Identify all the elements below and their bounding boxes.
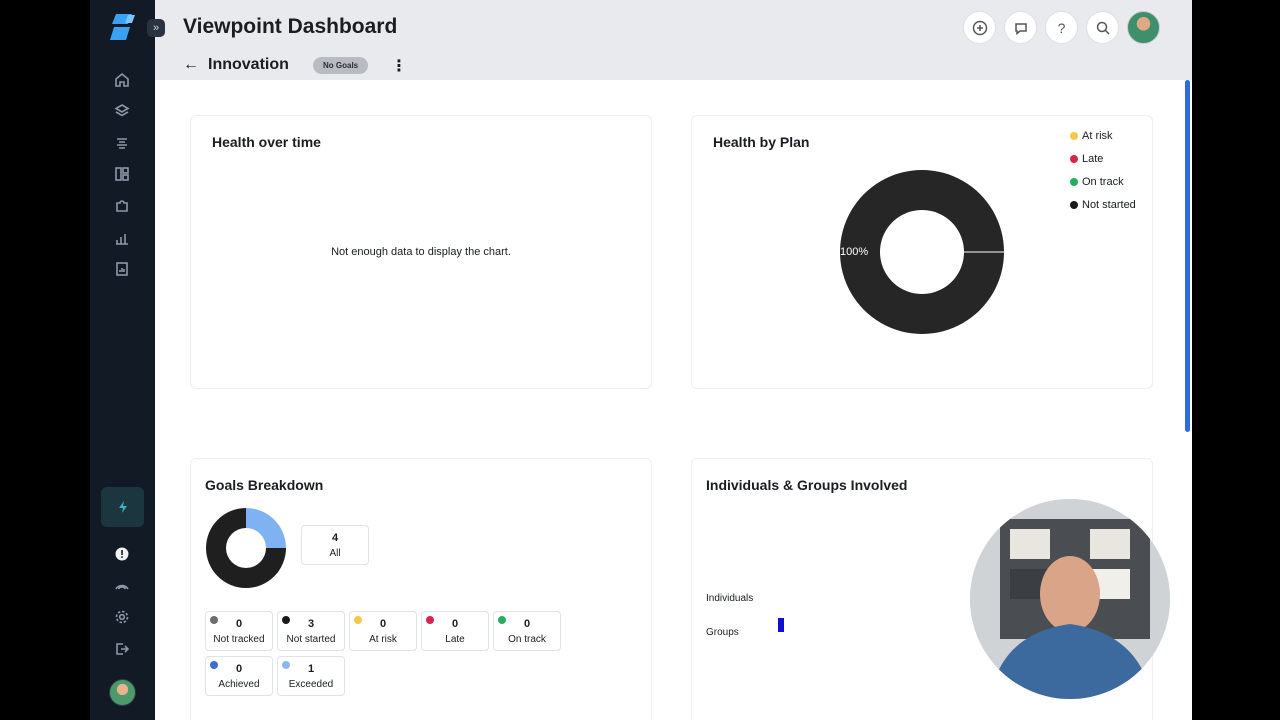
logout-icon[interactable] (112, 639, 132, 659)
legend-item[interactable]: Not started (1070, 193, 1136, 216)
donut-data-label: 100% (840, 246, 869, 258)
stat-not-started[interactable]: 3 Not started (277, 611, 345, 651)
health-over-time-card: Health over time Not enough data to disp… (190, 115, 652, 389)
puzzle-icon[interactable] (112, 196, 132, 216)
legend-item[interactable]: Late (1070, 147, 1136, 170)
home-icon[interactable] (112, 70, 132, 90)
signal-icon[interactable] (112, 576, 132, 596)
search-button[interactable] (1086, 11, 1119, 44)
stat-label: At risk (369, 634, 397, 645)
bolt-icon[interactable] (101, 487, 144, 527)
health-by-plan-title: Health by Plan (713, 134, 810, 150)
layers-icon[interactable] (112, 101, 132, 121)
legend-dot (1070, 177, 1078, 186)
legend-item[interactable]: At risk (1070, 124, 1136, 147)
sidebar (90, 0, 155, 720)
stat-label: Not tracked (213, 634, 265, 645)
stat-label: Achieved (218, 679, 260, 690)
gear-icon[interactable] (112, 607, 132, 627)
legend-label: Late (1082, 152, 1104, 165)
stat-value: 0 (379, 618, 387, 630)
list-icon[interactable] (112, 133, 132, 153)
page-title: Viewpoint Dashboard (183, 15, 398, 38)
stat-exceeded[interactable]: 1 Exceeded (277, 656, 345, 696)
legend-item[interactable]: On track (1070, 170, 1136, 193)
goals-breakdown-card: Goals Breakdown 4 All 0 Not tracked 3 Not s… (190, 458, 652, 720)
stat-label: Not started (286, 634, 336, 645)
legend-dot (1070, 200, 1078, 209)
legend-label: On track (1082, 175, 1124, 188)
stat-not-tracked[interactable]: 0 Not tracked (205, 611, 273, 651)
chat-icon (1014, 22, 1027, 35)
dashboard-name: Innovation (208, 56, 289, 73)
search-icon (1096, 21, 1110, 35)
stat-late[interactable]: 0 Late (421, 611, 489, 651)
individuals-groups-bars (778, 618, 784, 632)
stat-at-risk[interactable]: 0 At risk (349, 611, 417, 651)
app-logo[interactable] (108, 12, 138, 42)
stat-label: Exceeded (288, 679, 334, 690)
stat-value: 0 (235, 663, 243, 675)
page-header: Viewpoint Dashboard ← Innovation No Goal… (155, 0, 1192, 80)
presenter-webcam-overlay (970, 499, 1170, 699)
bar-groups[interactable] (778, 618, 784, 632)
health-by-plan-card: Health by Plan 100% At risk Late On track N… (691, 115, 1153, 389)
stat-label: On track (508, 634, 546, 645)
stat-label: Late (445, 634, 465, 645)
help-icon: ? (1057, 19, 1066, 36)
stat-value: 1 (307, 663, 315, 675)
stat-all-label: All (329, 548, 341, 559)
help-button[interactable]: ? (1045, 11, 1078, 44)
vertical-scrollbar[interactable] (1185, 80, 1190, 432)
stat-all[interactable]: 4 All (301, 525, 369, 565)
health-over-time-title: Health over time (212, 134, 321, 150)
more-options-icon[interactable]: ⋮ (391, 56, 407, 76)
stat-achieved[interactable]: 0 Achieved (205, 656, 273, 696)
health-legend: At risk Late On track Not started (1070, 124, 1136, 216)
legend-dot (1070, 154, 1078, 163)
category-label-individuals: Individuals (706, 593, 754, 604)
report-icon[interactable] (112, 259, 132, 279)
empty-chart-message: Not enough data to display the chart. (331, 246, 511, 258)
goals-breakdown-donut (206, 508, 286, 588)
stat-value: 0 (523, 618, 531, 630)
user-avatar[interactable] (109, 679, 136, 706)
individuals-groups-title: Individuals & Groups Involved (706, 477, 908, 493)
stat-value: 3 (307, 618, 315, 630)
legend-label: At risk (1082, 129, 1113, 142)
status-badge: No Goals (313, 57, 369, 74)
legend-dot (1070, 131, 1078, 140)
stat-on-track[interactable]: 0 On track (493, 611, 561, 651)
stat-value: 0 (451, 618, 459, 630)
expand-sidebar-button[interactable]: » (147, 19, 165, 37)
plus-circle-icon (972, 20, 987, 35)
layout-icon[interactable] (112, 164, 132, 184)
add-button[interactable] (963, 11, 996, 44)
goals-breakdown-title: Goals Breakdown (205, 477, 324, 493)
legend-label: Not started (1082, 198, 1136, 211)
chat-button[interactable] (1004, 11, 1037, 44)
profile-avatar[interactable] (1127, 11, 1160, 44)
bar-chart-icon[interactable] (112, 228, 132, 248)
category-label-groups: Groups (706, 627, 739, 638)
stat-value: 0 (235, 618, 243, 630)
alert-icon[interactable] (112, 544, 132, 564)
stat-all-value: 4 (331, 532, 339, 544)
donut-slice-exceeded[interactable] (246, 508, 286, 548)
back-arrow-icon[interactable]: ← (183, 56, 199, 74)
